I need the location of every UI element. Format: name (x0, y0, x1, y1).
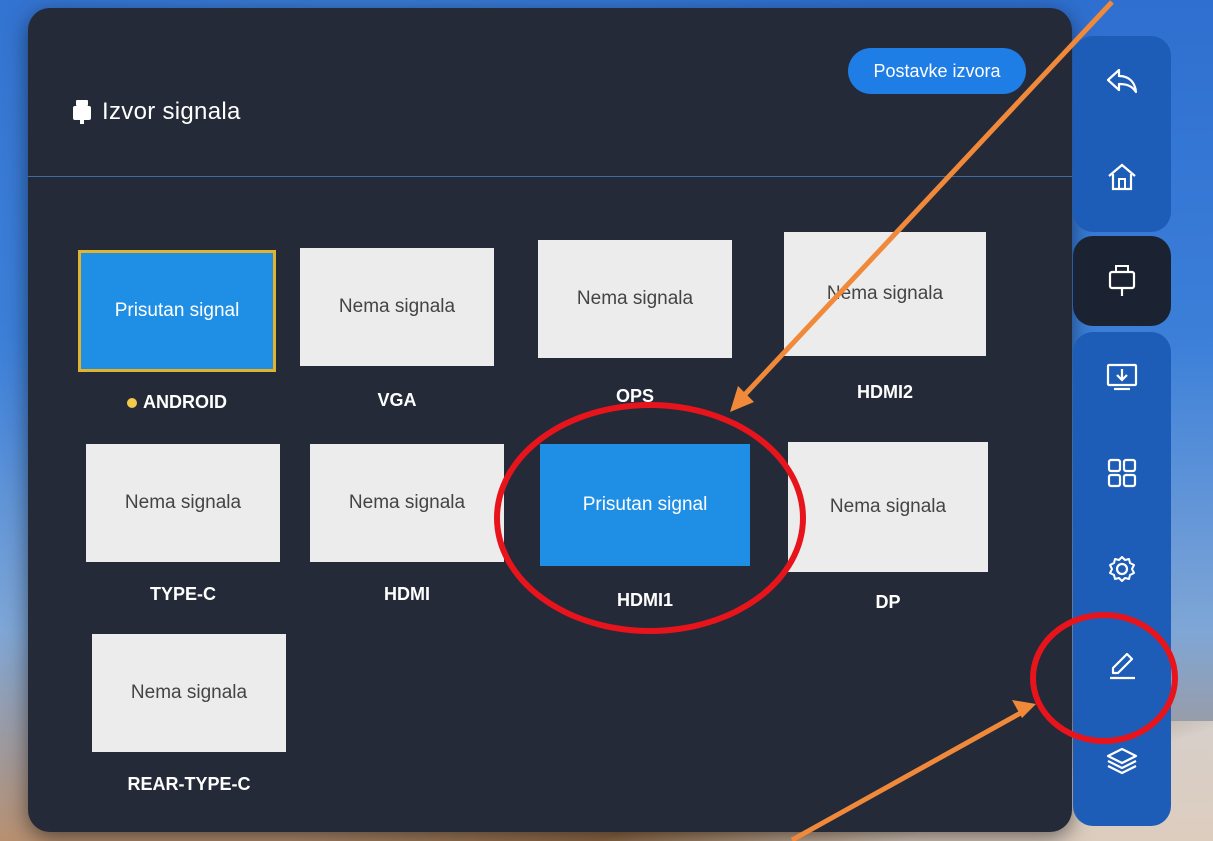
source-label-hdmi: HDMI (384, 584, 430, 604)
sidebar-apps-button[interactable] (1073, 428, 1171, 518)
sidebar-home-button[interactable] (1073, 132, 1171, 222)
source-status: Nema signala (348, 492, 466, 513)
source-status: Nema signala (338, 296, 456, 317)
source-status: Prisutan signal (582, 494, 708, 515)
signal-source-panel: Izvor signala Postavke izvora Prisutan s… (28, 8, 1072, 832)
source-label-rear-type-c: REAR-TYPE-C (127, 774, 251, 794)
source-tile-hdmi2[interactable]: Nema signala (784, 232, 986, 356)
sidebar-settings-button[interactable] (1073, 524, 1171, 614)
panel-title: Izvor signala (102, 98, 241, 125)
current-source-dot (127, 398, 137, 409)
sidebar-back-button[interactable] (1073, 36, 1171, 126)
source-label-dp: DP (875, 592, 901, 612)
panel-title-group: Izvor signala (72, 98, 241, 126)
source-tile-dp[interactable]: Nema signala (788, 442, 988, 572)
source-tile-ops[interactable]: Nema signala (538, 240, 732, 358)
source-label-hdmi1: HDMI1 (616, 590, 673, 610)
sidebar-screen-share-button[interactable] (1073, 332, 1171, 422)
pen-annotate-icon (1110, 652, 1135, 680)
apps-grid-icon (1107, 458, 1137, 488)
source-label-hdmi2: HDMI2 (856, 382, 913, 402)
signal-source-icon (1108, 265, 1136, 296)
sidebar-annotate-button[interactable] (1073, 620, 1171, 710)
back-icon (1106, 68, 1138, 94)
source-tile-hdmi[interactable]: Nema signala (310, 444, 504, 562)
quick-menu-sidebar (1073, 36, 1171, 836)
source-label-type-c: TYPE-C (149, 584, 216, 604)
source-status: Nema signala (124, 492, 242, 513)
source-settings-button[interactable]: Postavke izvora (848, 48, 1026, 94)
source-tile-android[interactable]: Prisutan signal (78, 250, 276, 372)
source-status: Prisutan signal (114, 300, 240, 321)
source-status: Nema signala (130, 682, 248, 703)
screen-share-icon (1106, 363, 1138, 391)
source-status: Nema signala (826, 283, 944, 304)
source-tile-vga[interactable]: Nema signala (300, 248, 494, 366)
source-label-android: ANDROID (78, 392, 276, 413)
home-icon (1108, 163, 1136, 191)
layers-icon (1106, 747, 1138, 775)
source-label-vga: VGA (377, 390, 417, 410)
source-tile-hdmi1[interactable]: Prisutan signal (540, 444, 750, 566)
source-status: Nema signala (576, 288, 694, 309)
panel-header: Izvor signala Postavke izvora (28, 8, 1072, 177)
source-tile-type-c[interactable]: Nema signala (86, 444, 280, 562)
source-tile-rear-type-c[interactable]: Nema signala (92, 634, 286, 752)
settings-gear-icon (1109, 556, 1135, 582)
sidebar-signal-source-button[interactable] (1073, 236, 1171, 326)
sidebar-layers-button[interactable] (1073, 716, 1171, 806)
source-label-ops: OPS (615, 386, 654, 406)
signal-source-icon (73, 100, 91, 124)
source-status: Nema signala (829, 496, 947, 517)
